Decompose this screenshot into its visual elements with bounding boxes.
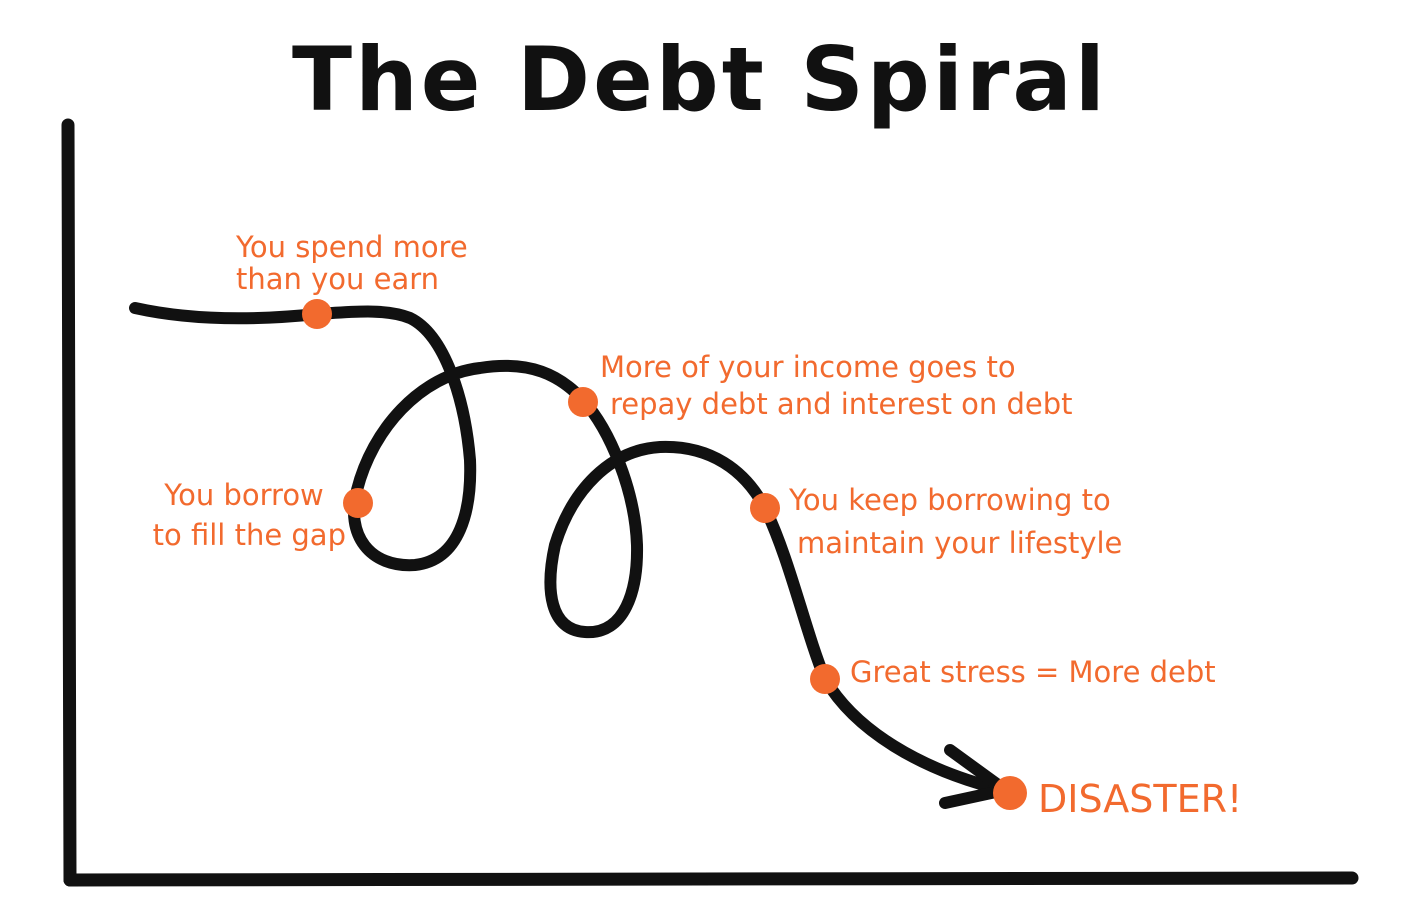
y-axis (61, 118, 77, 887)
page-title: The Debt Spiral (292, 28, 1108, 131)
step-2-label: You borrow to fill the gap (153, 478, 346, 552)
x-axis (63, 871, 1359, 887)
step-dot-4 (750, 493, 780, 523)
step-dot-2 (343, 488, 373, 518)
step-dot-1 (302, 299, 332, 329)
step-dot-6 (993, 776, 1027, 810)
step-dot-5 (810, 664, 840, 694)
step-dot-3 (568, 387, 598, 417)
debt-spiral-diagram: The Debt Spiral You spend more than you … (61, 28, 1359, 887)
step-4-label: You keep borrowing to maintain your life… (788, 483, 1122, 560)
step-3-label: More of your income goes to repay debt a… (600, 350, 1073, 421)
step-5-label: Great stress = More debt (850, 655, 1216, 689)
step-6-label: DISASTER! (1038, 777, 1242, 821)
step-1-label: You spend more than you earn (235, 230, 477, 296)
